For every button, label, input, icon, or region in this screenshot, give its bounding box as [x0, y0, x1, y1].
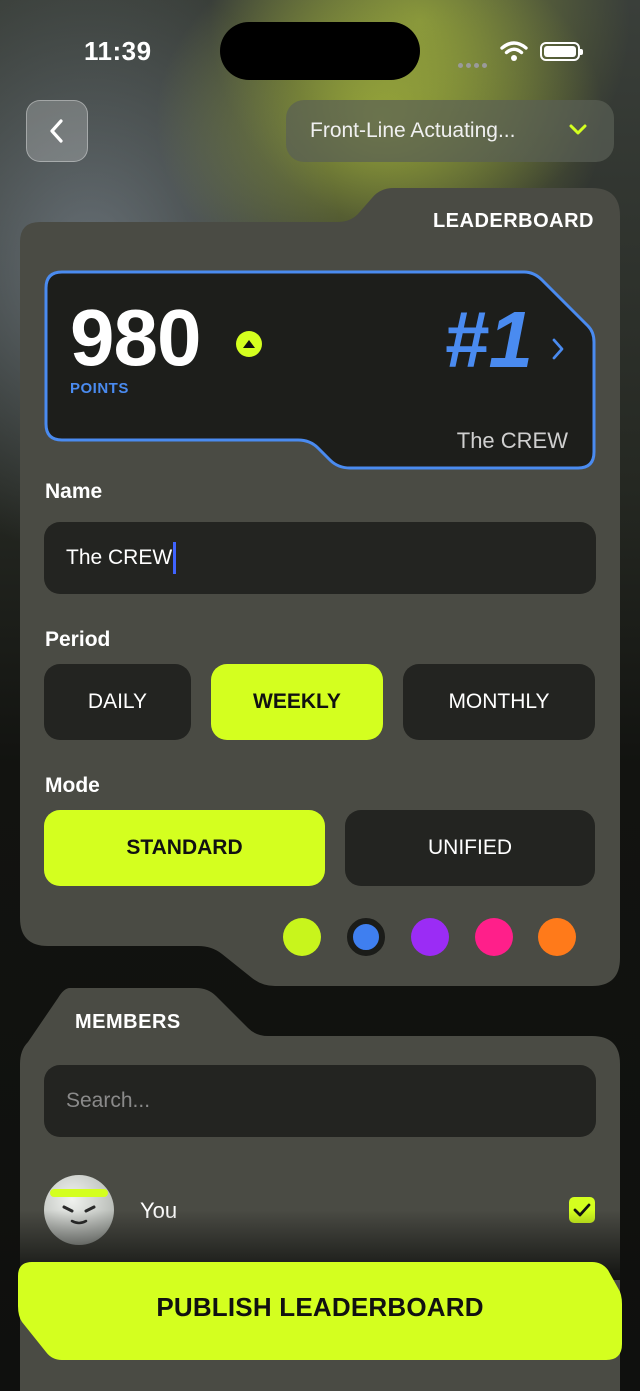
members-title: MEMBERS [75, 1011, 181, 1033]
member-search-input[interactable]: Search... [44, 1065, 596, 1137]
publish-leaderboard-button[interactable]: PUBLISH LEADERBOARD [0, 1292, 640, 1323]
search-placeholder: Search... [66, 1089, 151, 1112]
